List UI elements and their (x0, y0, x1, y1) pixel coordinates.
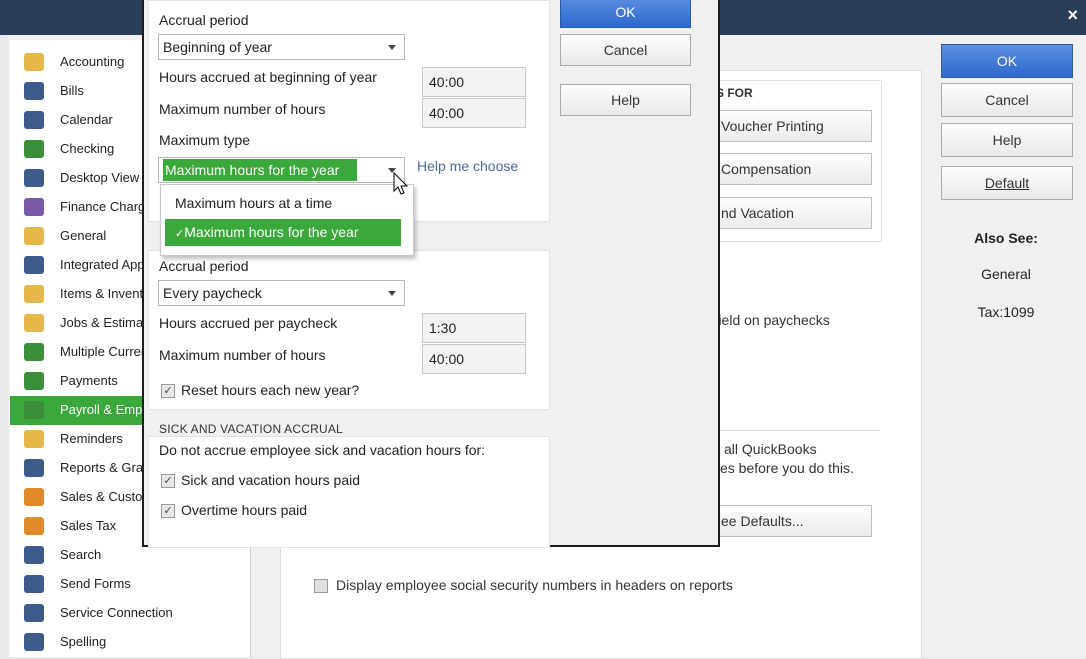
sick-accrual-period-label: Accrual period (159, 12, 249, 28)
reset-hours-label: Reset hours each new year? (181, 382, 360, 398)
dialog-cancel-button[interactable]: Cancel (560, 34, 691, 66)
quickbooks-text: all QuickBooks (724, 441, 817, 457)
section-heading: S FOR (716, 86, 753, 100)
sick-hours-begin-field[interactable]: 40:00 (422, 67, 526, 97)
sidebar-item-label: Accounting (60, 54, 125, 69)
prefs-help-button[interactable]: Help (941, 123, 1073, 157)
integrated-apps-icon (24, 256, 44, 274)
sick-max-type-select[interactable]: Maximum hours for the year (158, 157, 405, 183)
general-icon (24, 227, 44, 245)
sick-accrual-period-select[interactable]: Beginning of year (158, 34, 405, 60)
max-type-dropdown: Maximum hours at a time ✓Maximum hours f… (160, 184, 414, 256)
sidebar-item-label: Finance Charge (60, 199, 153, 214)
chevron-down-icon (388, 45, 396, 50)
sidebar-item-label: Sales Tax (60, 518, 117, 533)
dropdown-option-at-a-time[interactable]: Maximum hours at a time (165, 190, 401, 217)
calendar-icon (24, 111, 44, 129)
close-icon[interactable]: × (1067, 5, 1078, 26)
help-me-choose-link[interactable]: Help me choose (417, 158, 518, 174)
sidebar-item-label: Spelling (60, 634, 107, 649)
sick-max-type-value: Maximum hours for the year (163, 159, 358, 181)
also-see-tax1099-link[interactable]: Tax:1099 (941, 304, 1071, 320)
sidebar-item-label: Checking (60, 141, 115, 156)
prefs-cancel-button[interactable]: Cancel (941, 83, 1073, 117)
reminders-icon (24, 430, 44, 448)
checkmark-icon: ✓ (163, 505, 173, 517)
sidebar-item-label: Send Forms (60, 576, 131, 591)
sidebar-item-label: Payments (60, 373, 118, 388)
payroll-icon (24, 401, 44, 419)
checkmark-icon: ✓ (163, 475, 173, 487)
multiple-currencies-icon (24, 343, 44, 361)
vacation-max-hours-field[interactable]: 40:00 (422, 344, 526, 374)
before-you-do-this-text: es before you do this. (720, 460, 854, 476)
sick-max-hours-field[interactable]: 40:00 (422, 98, 526, 128)
reset-hours-checkbox[interactable]: ✓ (161, 384, 175, 398)
chevron-down-icon (388, 291, 396, 296)
send-forms-icon (24, 575, 44, 593)
sidebar-item[interactable]: Send Forms (10, 570, 250, 599)
items-inventory-icon (24, 285, 44, 303)
bills-icon (24, 82, 44, 100)
checkmark-icon: ✓ (175, 228, 185, 240)
sidebar-item-label: Search (60, 547, 102, 562)
mouse-cursor-icon (393, 172, 409, 195)
vacation-max-hours-label: Maximum number of hours (159, 347, 326, 363)
prefs-default-button[interactable]: Default (941, 166, 1073, 200)
sidebar-item-label: Calendar (60, 112, 113, 127)
spelling-icon (24, 633, 44, 651)
payments-icon (24, 372, 44, 390)
accounting-icon (24, 53, 44, 71)
finance-charge-icon (24, 198, 44, 216)
sidebar-item-label: Desktop View (60, 170, 140, 185)
accrual-section-heading: SICK AND VACATION ACCRUAL (159, 422, 343, 436)
sick-max-hours-label: Maximum number of hours (159, 101, 326, 117)
ssn-checkbox-label: Display employee social security numbers… (336, 577, 733, 593)
dropdown-option-label: Maximum hours for the year (184, 224, 359, 240)
sales-tax-icon (24, 517, 44, 535)
sidebar-item-label: Bills (60, 83, 84, 98)
also-see-general-link[interactable]: General (941, 266, 1071, 282)
ssn-checkbox[interactable] (314, 579, 328, 593)
vacation-accrual-period-value: Every paycheck (163, 285, 262, 301)
dropdown-option-for-the-year[interactable]: ✓Maximum hours for the year (165, 219, 401, 246)
checking-icon (24, 140, 44, 158)
overtime-paid-label: Overtime hours paid (181, 502, 308, 518)
sidebar-item-label: Service Connection (60, 605, 173, 620)
sick-vacation-paid-label: Sick and vacation hours paid (181, 472, 360, 488)
vacation-accrual-period-select[interactable]: Every paycheck (158, 280, 405, 306)
jobs-estimates-icon (24, 314, 44, 332)
dialog-ok-button[interactable]: OK (560, 0, 691, 28)
desktop-view-icon (24, 169, 44, 187)
search-icon (24, 546, 44, 564)
sidebar-item-label: General (60, 228, 107, 243)
sick-hours-begin-label: Hours accrued at beginning of year (159, 69, 377, 85)
dialog-help-button[interactable]: Help (560, 84, 691, 116)
sick-max-type-label: Maximum type (159, 132, 251, 148)
accrual-intro-text: Do not accrue employee sick and vacation… (159, 442, 486, 458)
reports-graphs-icon (24, 459, 44, 477)
sidebar-item[interactable]: Spelling (10, 628, 250, 657)
service-connection-icon (24, 604, 44, 622)
vacation-hours-per-paycheck-label: Hours accrued per paycheck (159, 315, 338, 331)
field-on-paychecks-text: r field on paychecks (706, 312, 830, 328)
sales-customers-icon (24, 488, 44, 506)
checkmark-icon: ✓ (163, 385, 173, 397)
sick-accrual-period-value: Beginning of year (163, 39, 272, 55)
sidebar-item[interactable]: Service Connection (10, 599, 250, 628)
also-see-heading: Also See: (974, 230, 1038, 246)
prefs-ok-button[interactable]: OK (941, 44, 1073, 78)
vacation-accrual-period-label: Accrual period (159, 258, 249, 274)
sidebar-item-label: Reminders (60, 431, 123, 446)
sick-vacation-paid-checkbox[interactable]: ✓ (161, 474, 175, 488)
overtime-paid-checkbox[interactable]: ✓ (161, 504, 175, 518)
vacation-hours-per-paycheck-field[interactable]: 1:30 (422, 313, 526, 343)
